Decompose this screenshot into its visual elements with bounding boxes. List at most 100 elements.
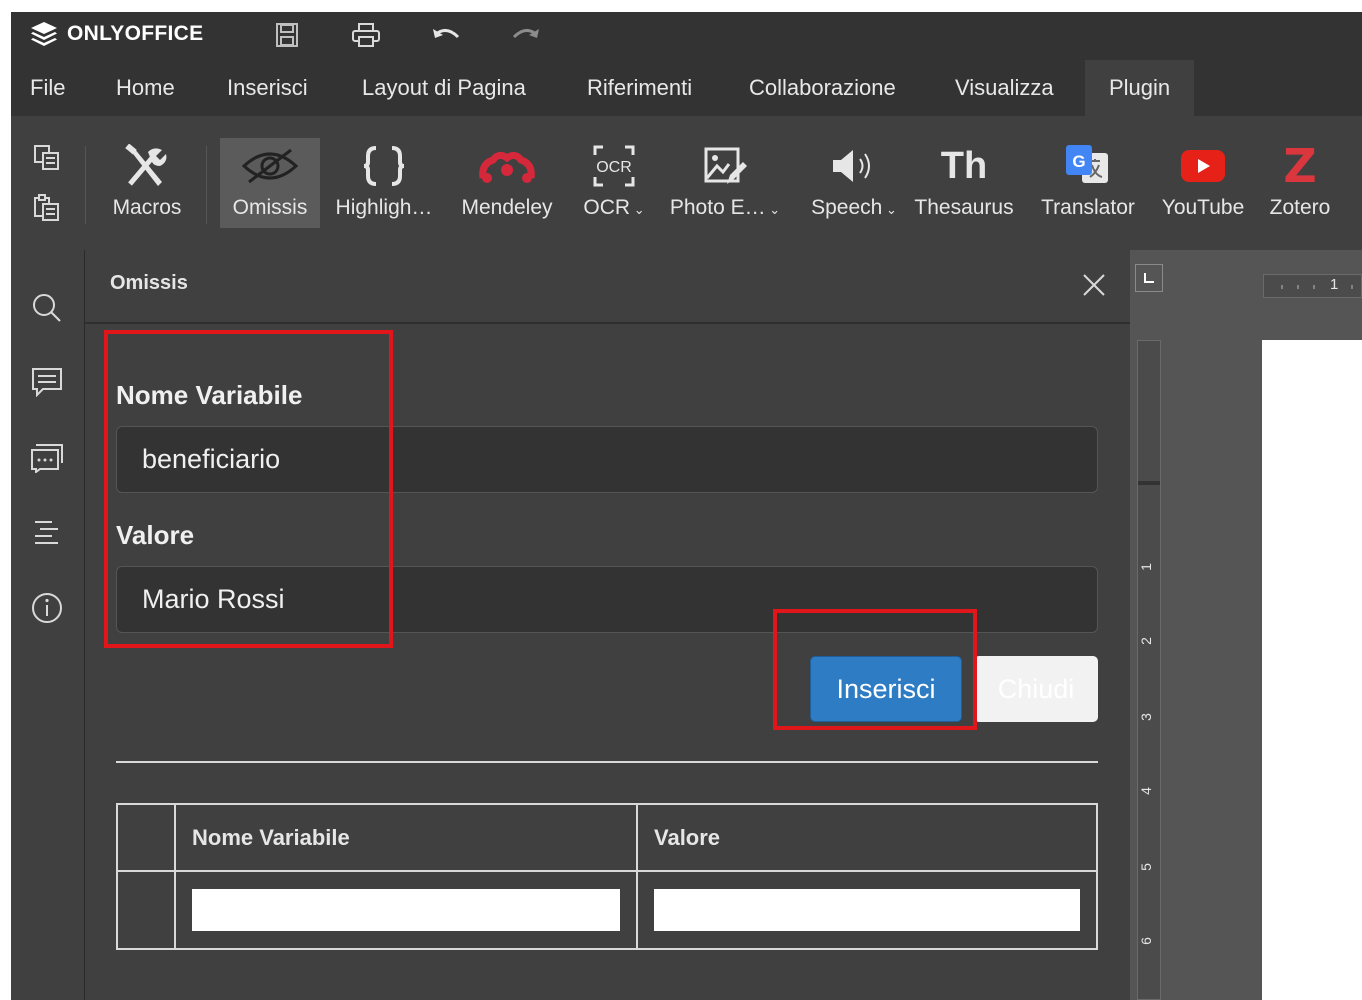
toolbar-separator [206, 146, 207, 224]
horizontal-ruler[interactable]: 1 [1263, 274, 1362, 298]
plugin-speech-button[interactable]: Speech ⌄ [799, 138, 909, 228]
panel-header: Omissis [85, 250, 1130, 324]
menu-plugin[interactable]: Plugin [1085, 60, 1195, 116]
name-input[interactable] [116, 426, 1098, 493]
thesaurus-icon: Th [940, 144, 988, 187]
plugin-omissis-label: Omissis [232, 196, 308, 219]
table-cell-value [636, 870, 1098, 950]
table-header-name: Nome Variabile [174, 803, 638, 872]
google-translate-icon: G [1066, 145, 1108, 183]
table-row [116, 870, 1098, 950]
plugin-highlight-label: Highligh… [335, 196, 433, 219]
variables-table: Nome Variabile Valore [116, 803, 1098, 950]
braces-icon [363, 146, 405, 186]
divider [116, 761, 1098, 763]
save-icon [276, 23, 298, 47]
navigation-button[interactable] [27, 512, 67, 552]
photo-editor-icon [704, 147, 747, 184]
document-page[interactable] [1262, 340, 1362, 1000]
plugin-macros-label: Macros [112, 196, 182, 219]
headings-list-icon [35, 521, 58, 544]
vertical-ruler[interactable]: 1 2 3 4 5 6 [1137, 340, 1161, 1000]
plugin-translator-button[interactable]: G Translator [1036, 138, 1140, 228]
menu-bar: File Home Inserisci Layout di Pagina Rif… [11, 60, 1362, 116]
comments-button[interactable] [27, 362, 67, 402]
ocr-icon: OCR [593, 145, 635, 187]
copy-button[interactable] [31, 142, 63, 174]
name-label: Nome Variabile [116, 380, 303, 410]
tools-icon [125, 144, 167, 186]
title-bar: ONLYOFFICE [11, 12, 1362, 60]
svg-text:OCR: OCR [596, 159, 632, 176]
table-cell-index [116, 870, 176, 950]
undo-button[interactable] [431, 20, 461, 50]
search-button[interactable] [27, 288, 67, 328]
plugin-toolbar: Macros Omissis Highligh… Mendeley OCR OC… [11, 116, 1362, 250]
table-header-index [116, 803, 176, 872]
ruler-number: 1 [1330, 276, 1339, 293]
plugin-thesaurus-button[interactable]: Th Thesaurus [909, 138, 1019, 228]
value-input[interactable] [116, 566, 1098, 633]
plugin-mendeley-label: Mendeley [461, 196, 553, 219]
value-label: Valore [116, 520, 195, 550]
plugin-zotero-button[interactable]: Z Zotero [1265, 138, 1335, 228]
plugin-ocr-button[interactable]: OCR OCR ⌄ [575, 138, 653, 228]
plugin-youtube-button[interactable]: YouTube [1156, 138, 1250, 228]
menu-collaborazione[interactable]: Collaborazione [749, 60, 896, 116]
plugin-mendeley-button[interactable]: Mendeley [457, 138, 557, 228]
plugin-ocr-label: OCR ⌄ [583, 196, 645, 219]
save-button[interactable] [272, 20, 302, 50]
onlyoffice-logo-icon [31, 22, 57, 46]
table-name-input[interactable] [192, 889, 620, 931]
table-header-row: Nome Variabile Valore [116, 803, 1098, 872]
menu-riferimenti[interactable]: Riferimenti [587, 60, 692, 116]
zotero-icon: Z [1283, 139, 1317, 193]
chat-icon [31, 444, 63, 473]
svg-text:G: G [1072, 152, 1085, 171]
ruler-ticks [1281, 285, 1353, 289]
plugin-zotero-label: Zotero [1269, 196, 1331, 219]
menu-home[interactable]: Home [116, 60, 175, 116]
info-icon [32, 593, 62, 623]
onlyoffice-window: ONLYOFFICE File Home Inserisci Layout di… [11, 12, 1362, 1000]
ruler-number: 3 [1137, 713, 1154, 721]
ruler-margin-marker [1138, 481, 1160, 485]
redo-button[interactable] [511, 20, 541, 50]
left-sidebar [11, 250, 85, 1000]
tab-stop-selector[interactable] [1135, 264, 1163, 292]
mendeley-icon [479, 151, 535, 183]
toolbar-separator [85, 146, 86, 224]
app-logo: ONLYOFFICE [29, 20, 203, 48]
plugin-photo-editor-button[interactable]: Photo E… ⌄ [661, 138, 789, 228]
ruler-number: 6 [1137, 937, 1154, 945]
close-icon [1083, 274, 1105, 296]
ruler-number: 1 [1137, 563, 1154, 571]
table-value-input[interactable] [654, 889, 1080, 931]
plugin-thesaurus-label: Thesaurus [914, 196, 1014, 219]
paste-button[interactable] [31, 192, 63, 224]
tab-left-icon [1144, 273, 1154, 283]
menu-inserisci[interactable]: Inserisci [227, 60, 308, 116]
youtube-icon [1181, 150, 1225, 182]
menu-file[interactable]: File [30, 60, 65, 116]
insert-button[interactable]: Inserisci [810, 656, 962, 722]
eye-slash-icon [241, 148, 299, 184]
print-icon [352, 23, 380, 47]
chat-button[interactable] [27, 438, 67, 478]
chevron-down-icon: ⌄ [630, 202, 645, 217]
menu-visualizza[interactable]: Visualizza [955, 60, 1054, 116]
print-button[interactable] [351, 20, 381, 50]
ruler-number: 5 [1137, 863, 1154, 871]
panel-close-button[interactable] [1079, 270, 1109, 300]
table-header-value: Valore [636, 803, 1098, 872]
ruler-number: 4 [1137, 787, 1154, 795]
plugin-highlight-button[interactable]: Highligh… [329, 138, 439, 228]
plugin-macros-button[interactable]: Macros [106, 138, 188, 228]
panel-title: Omissis [110, 272, 188, 294]
menu-layout[interactable]: Layout di Pagina [362, 60, 526, 116]
plugin-omissis-button[interactable]: Omissis [220, 138, 320, 228]
speaker-icon [833, 150, 870, 182]
paste-icon [34, 194, 59, 221]
about-button[interactable] [27, 588, 67, 628]
close-button[interactable]: Chiudi [974, 656, 1098, 722]
